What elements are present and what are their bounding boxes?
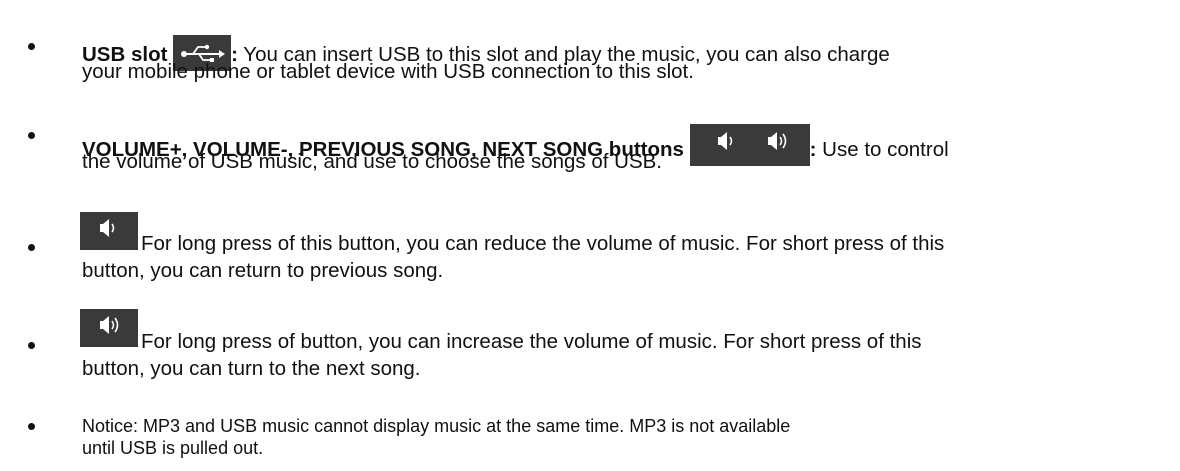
volume-up-icon bbox=[80, 309, 138, 347]
line: until USB is pulled out. bbox=[82, 438, 264, 458]
line: Notice: MP3 and USB music cannot display… bbox=[82, 416, 791, 436]
line: For long press of this button, you can r… bbox=[141, 232, 945, 255]
line: the volume of USB music, and use to choo… bbox=[82, 150, 663, 173]
bullet bbox=[28, 132, 35, 139]
bullet bbox=[28, 244, 35, 251]
bullet bbox=[28, 342, 35, 349]
bullet bbox=[28, 43, 35, 50]
volume-down-icon bbox=[80, 212, 138, 250]
item-text: Use to control bbox=[816, 138, 949, 161]
line: For long press of button, you can increa… bbox=[141, 330, 922, 353]
line: button, you can return to previous song. bbox=[82, 259, 444, 282]
bullet bbox=[28, 423, 35, 430]
line: button, you can turn to the next song. bbox=[82, 357, 421, 380]
line: your mobile phone or tablet device with … bbox=[82, 60, 694, 83]
speaker-icons bbox=[689, 124, 810, 166]
